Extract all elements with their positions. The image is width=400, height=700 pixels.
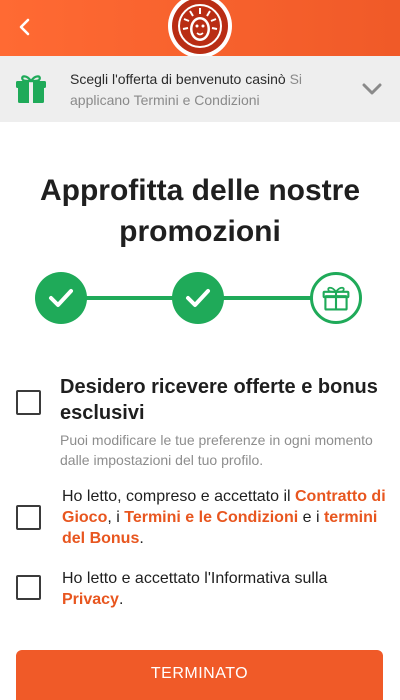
offers-checkbox[interactable] [16,390,41,415]
terms-text-3: e i [298,509,324,526]
terms-text-4: . [139,530,144,547]
step-connector [222,296,322,300]
terms-text-1: Ho letto, compreso e accettato il [62,488,295,505]
offers-label: Desidero ricevere offerte e bonus esclus… [60,376,378,424]
gift-icon [322,286,350,311]
privacy-label: Ho letto e accettato l'Informativa sulla… [62,568,387,610]
terms-conditions-link[interactable]: Termini e le Condizioni [124,509,298,526]
privacy-checkbox[interactable] [16,575,41,600]
finish-button[interactable]: TERMINATO [16,650,383,700]
offer-text: Scegli l'offerta di benvenuto casinò Si … [70,69,350,111]
lion-head-logo-icon [172,0,228,54]
offers-note: Puoi modificare le tue preferenze in ogn… [60,432,373,468]
chevron-down-icon[interactable] [360,78,384,100]
check-icon [186,289,210,307]
privacy-text-1: Ho letto e accettato l'Informativa sulla [62,570,328,587]
progress-stepper [0,268,400,328]
privacy-link[interactable]: Privacy [62,591,119,608]
step-1-completed [35,272,87,324]
terms-checkbox[interactable] [16,505,41,530]
step-connector [86,296,186,300]
welcome-offer-selector[interactable]: Scegli l'offerta di benvenuto casinò Si … [0,56,400,122]
offer-title: Scegli l'offerta di benvenuto casinò [70,71,286,87]
gift-icon [14,72,48,106]
terms-text-2: , i [107,509,125,526]
step-2-completed [172,272,224,324]
top-header [0,0,400,58]
chevron-left-icon [19,18,30,36]
brand-logo[interactable] [168,0,232,58]
back-button[interactable] [10,12,40,42]
check-icon [49,289,73,307]
page-title: Approfitta delle nostre promozioni [39,174,361,248]
terms-label: Ho letto, compreso e accettato il Contra… [62,486,387,549]
privacy-text-2: . [118,591,124,608]
step-3-current [310,272,362,324]
